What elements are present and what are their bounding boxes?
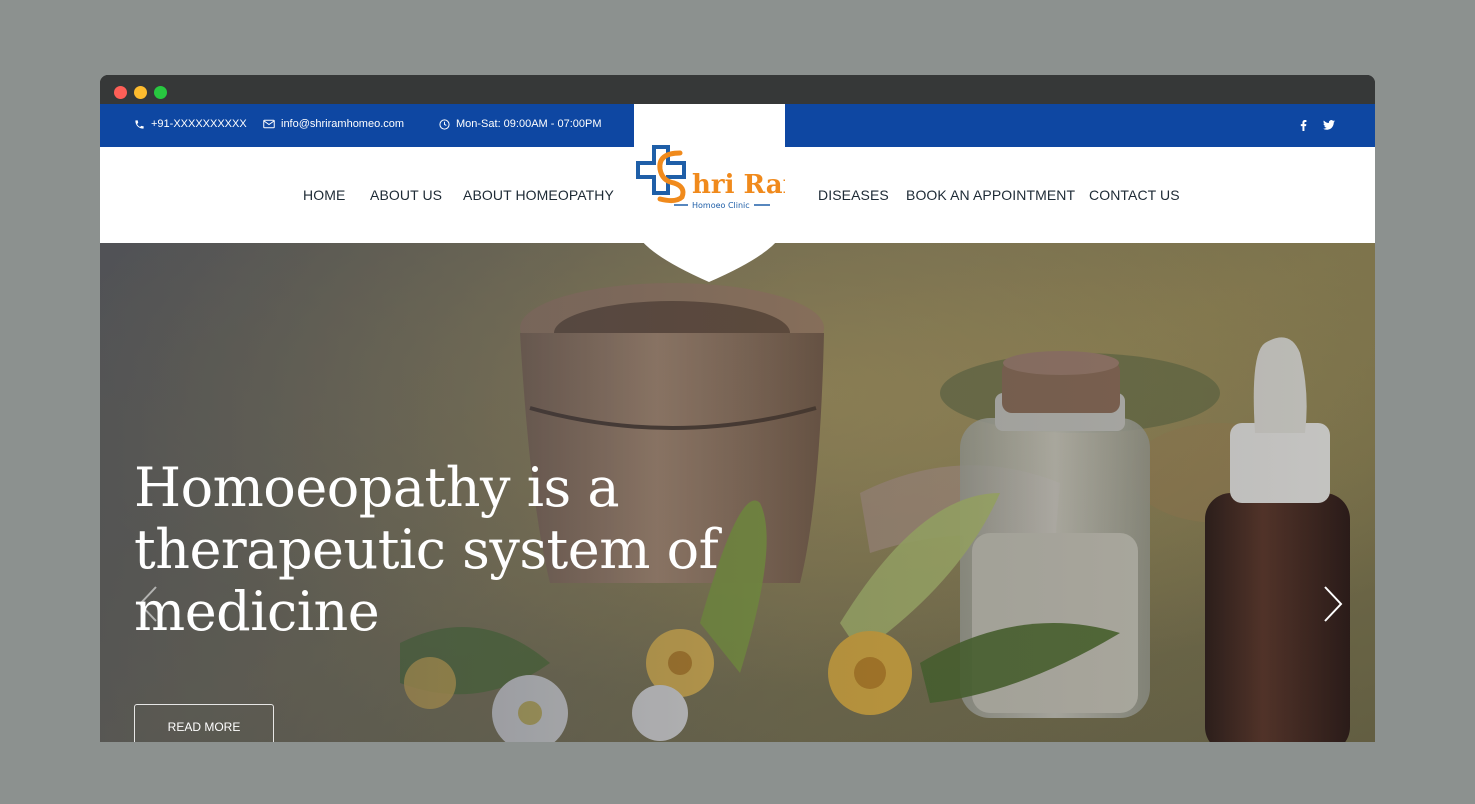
chevron-right-icon [1324, 586, 1343, 622]
hero-slider: Homoeopathy is a therapeutic system of m… [100, 243, 1375, 742]
phone-info[interactable]: +91-XXXXXXXXXX [134, 118, 247, 130]
twitter-icon[interactable] [1321, 117, 1337, 133]
browser-window: +91-XXXXXXXXXX info@shriramhomeo.com Mon… [100, 75, 1375, 742]
logo-tagline: Homoeo Clinic [692, 201, 750, 210]
hero-title: Homoeopathy is a therapeutic system of m… [134, 456, 719, 643]
nav-about-us[interactable]: ABOUT US [370, 187, 442, 203]
clock-icon [439, 118, 450, 130]
nav-contact-us[interactable]: CONTACT US [1089, 187, 1180, 203]
opening-hours: Mon-Sat: 09:00AM - 07:00PM [456, 118, 602, 130]
minimize-window-button[interactable] [134, 86, 147, 99]
facebook-icon[interactable] [1295, 117, 1311, 133]
slider-prev-arrow[interactable] [136, 584, 160, 624]
read-more-button[interactable]: READ MORE [134, 704, 274, 742]
phone-icon [134, 119, 145, 130]
window-titlebar [100, 75, 1375, 104]
slider-next-arrow[interactable] [1321, 584, 1345, 624]
nav-book-appointment[interactable]: BOOK AN APPOINTMENT [906, 187, 1075, 203]
mail-icon [263, 119, 275, 129]
email-info[interactable]: info@shriramhomeo.com [263, 118, 404, 130]
close-window-button[interactable] [114, 86, 127, 99]
nav-diseases[interactable]: DISEASES [818, 187, 889, 203]
maximize-window-button[interactable] [154, 86, 167, 99]
phone-number: +91-XXXXXXXXXX [151, 118, 247, 130]
nav-about-homeopathy[interactable]: ABOUT HOMEOPATHY [463, 187, 614, 203]
nav-home[interactable]: HOME [303, 187, 345, 203]
hours-info: Mon-Sat: 09:00AM - 07:00PM [439, 118, 602, 130]
email-address: info@shriramhomeo.com [281, 118, 405, 130]
logo-shield-graphic: hri Ram Homoeo Clinic [634, 104, 810, 282]
logo-wordmark: hri Ram [692, 170, 785, 200]
chevron-left-icon [138, 586, 157, 622]
site-logo[interactable]: hri Ram Homoeo Clinic [634, 104, 810, 282]
